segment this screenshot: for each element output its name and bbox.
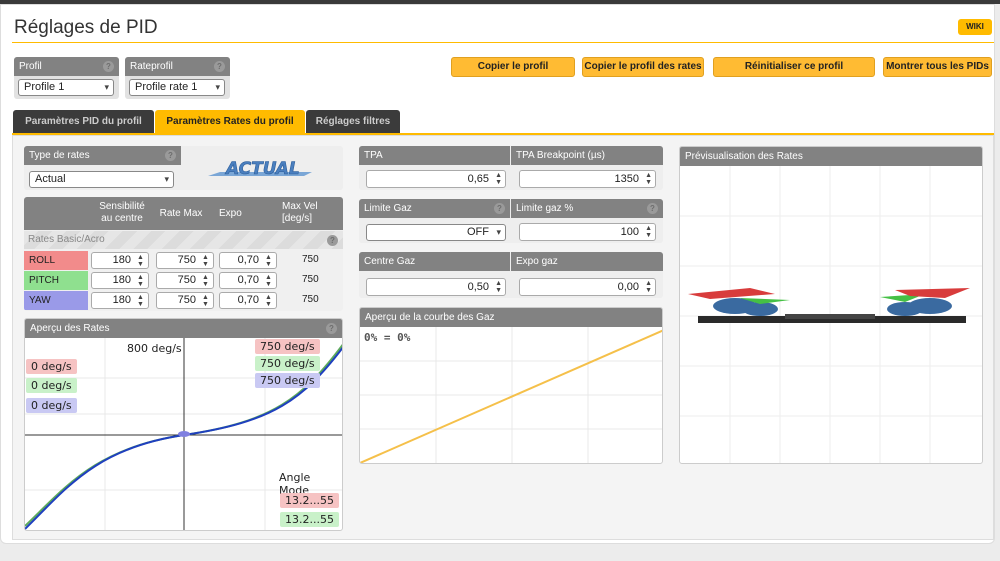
yaw-max-vel: 750 xyxy=(302,294,319,305)
title-divider xyxy=(12,42,994,43)
rates-table-header: Sensibilité au centre Rate Max Expo Max … xyxy=(24,197,343,230)
chevron-down-icon: ▾ xyxy=(104,82,109,92)
spinner-icon: ▲ ▼ xyxy=(495,172,502,186)
throttle-limit-label: Limite Gaz xyxy=(364,203,412,214)
rates-3d-preview xyxy=(680,166,982,463)
tpa-breakpoint-label: TPA Breakpoint (µs) xyxy=(516,150,605,161)
quadcopter-icon xyxy=(688,288,970,323)
header-center: Sensibilité au centre xyxy=(99,201,145,224)
spinner-icon: ▲ ▼ xyxy=(645,280,652,294)
show-all-pids-button[interactable]: Montrer tous les PIDs xyxy=(883,57,992,77)
throttle-limit-box: Limite Gaz? Limite gaz %? OFF ▾ 100 ▲ ▼ xyxy=(359,199,663,243)
rateprofile-label: Rateprofil xyxy=(130,61,173,72)
throttle-curve-title: Aperçu de la courbe des Gaz xyxy=(365,312,495,323)
tpa-box: TPA TPA Breakpoint (µs) 0,65 ▲ ▼ 1350 ▲ ▼ xyxy=(359,146,663,190)
help-icon[interactable]: ? xyxy=(647,203,658,214)
pitch-max-vel: 750 xyxy=(302,274,319,285)
rateprofile-select[interactable]: Profile rate 1 ▾ xyxy=(129,79,225,96)
pitch-angle-value: 13.2...55 xyxy=(280,512,339,527)
reset-profile-button[interactable]: Réinitialiser ce profil xyxy=(713,57,875,77)
roll-current-rate: 0 deg/s xyxy=(26,359,77,374)
spinner-icon[interactable]: ▲ ▼ xyxy=(202,254,209,268)
section-label: Rates Basic/Acro? xyxy=(24,231,343,249)
tpa-label: TPA xyxy=(364,150,383,161)
throttle-limit-pct-input[interactable]: 100 ▲ ▼ xyxy=(519,223,656,241)
roll-max-rate: 750 deg/s xyxy=(255,339,320,354)
profile-select[interactable]: Profile 1 ▾ xyxy=(18,79,114,96)
axis-label-pitch: PITCH xyxy=(24,271,88,290)
rates-3d-preview-box: Prévisualisation des Rates xyxy=(679,146,983,464)
rates-type-select[interactable]: Actual ▾ xyxy=(29,171,174,188)
spinner-icon: ▲ ▼ xyxy=(495,280,502,294)
throttle-curve-graph xyxy=(360,327,662,463)
throttle-limit-select[interactable]: OFF ▾ xyxy=(366,224,506,241)
rate-row-pitch: PITCH 180 ▲ ▼ 750 ▲ ▼ 0,70 ▲ ▼ 750 xyxy=(24,271,343,290)
rates-preview-box: Aperçu des Rates? 800 deg/s 0 deg/s 0 de… xyxy=(24,318,343,531)
spinner-icon: ▲ ▼ xyxy=(645,225,652,239)
roll-max-vel: 750 xyxy=(302,254,319,265)
help-icon[interactable]: ? xyxy=(326,323,337,334)
axis-label-roll: ROLL xyxy=(24,251,88,270)
tpa-input[interactable]: 0,65 ▲ ▼ xyxy=(366,170,506,188)
rates-table: Sensibilité au centre Rate Max Expo Max … xyxy=(24,197,343,311)
throttle-expo-input[interactable]: 0,00 ▲ ▼ xyxy=(519,278,656,296)
rates-type-box: Type de rates? Actual ▾ ACTUAL xyxy=(24,146,343,190)
spinner-icon[interactable]: ▲ ▼ xyxy=(265,274,272,288)
help-icon[interactable]: ? xyxy=(165,150,176,161)
spinner-icon[interactable]: ▲ ▼ xyxy=(137,254,144,268)
throttle-limit-pct-label: Limite gaz % xyxy=(516,203,574,214)
svg-text:ACTUAL: ACTUAL xyxy=(224,159,300,179)
throttle-mid-label: Centre Gaz xyxy=(364,256,416,267)
chevron-down-icon: ▾ xyxy=(215,82,220,92)
actual-logo: ACTUAL xyxy=(206,156,316,182)
throttle-mid-box: Centre Gaz Expo gaz 0,50 ▲ ▼ 0,00 ▲ ▼ xyxy=(359,252,663,298)
help-icon[interactable]: ? xyxy=(214,61,225,72)
rate-row-roll: ROLL 180 ▲ ▼ 750 ▲ ▼ 0,70 ▲ ▼ 750 xyxy=(24,251,343,270)
rates-preview-title: Aperçu des Rates xyxy=(30,323,110,334)
copy-profile-button[interactable]: Copier le profil xyxy=(451,57,575,77)
profile-label: Profil xyxy=(19,61,42,72)
spinner-icon[interactable]: ▲ ▼ xyxy=(202,274,209,288)
page-title: Réglages de PID xyxy=(14,17,158,38)
profile-selector: Profil? Profile 1 ▾ xyxy=(14,57,119,99)
tab-rates-params[interactable]: Paramètres Rates du profil xyxy=(155,110,305,134)
throttle-curve-readout: 0% = 0% xyxy=(364,331,411,344)
help-icon[interactable]: ? xyxy=(103,61,114,72)
yaw-max-rate: 750 deg/s xyxy=(255,373,320,388)
tpa-breakpoint-input[interactable]: 1350 ▲ ▼ xyxy=(519,170,656,188)
wiki-button[interactable]: WIKI xyxy=(958,19,992,35)
axis-label-yaw: YAW xyxy=(24,291,88,310)
spinner-icon[interactable]: ▲ ▼ xyxy=(202,294,209,308)
pitch-max-rate: 750 deg/s xyxy=(255,356,320,371)
tab-pid-params[interactable]: Paramètres PID du profil xyxy=(13,110,154,134)
spinner-icon[interactable]: ▲ ▼ xyxy=(137,294,144,308)
header-rate-max: Rate Max xyxy=(159,208,203,219)
rateprofile-selector: Rateprofil? Profile rate 1 ▾ xyxy=(125,57,230,99)
help-icon[interactable]: ? xyxy=(327,235,338,246)
max-rate-label: 800 deg/s xyxy=(127,342,182,355)
chevron-down-icon: ▾ xyxy=(164,174,169,184)
tab-filters[interactable]: Réglages filtres xyxy=(306,110,400,134)
throttle-curve-box: Aperçu de la courbe des Gaz 0% = 0% xyxy=(359,307,663,464)
copy-rates-button[interactable]: Copier le profil des rates xyxy=(582,57,704,77)
rates-3d-preview-title: Prévisualisation des Rates xyxy=(685,151,803,162)
pitch-current-rate: 0 deg/s xyxy=(26,378,77,393)
help-icon[interactable]: ? xyxy=(494,203,505,214)
rates-type-label: Type de rates xyxy=(29,150,90,161)
throttle-mid-input[interactable]: 0,50 ▲ ▼ xyxy=(366,278,506,296)
spinner-icon[interactable]: ▲ ▼ xyxy=(265,254,272,268)
spinner-icon[interactable]: ▲ ▼ xyxy=(265,294,272,308)
spinner-icon: ▲ ▼ xyxy=(645,172,652,186)
roll-angle-value: 13.2...55 xyxy=(280,493,339,508)
spinner-icon[interactable]: ▲ ▼ xyxy=(137,274,144,288)
yaw-current-rate: 0 deg/s xyxy=(26,398,77,413)
chevron-down-icon: ▾ xyxy=(496,227,501,237)
rate-row-yaw: YAW 180 ▲ ▼ 750 ▲ ▼ 0,70 ▲ ▼ 750 xyxy=(24,291,343,310)
header-expo: Expo xyxy=(219,208,242,219)
throttle-expo-label: Expo gaz xyxy=(516,256,558,267)
header-max-vel: Max Vel [deg/s] xyxy=(282,201,318,224)
